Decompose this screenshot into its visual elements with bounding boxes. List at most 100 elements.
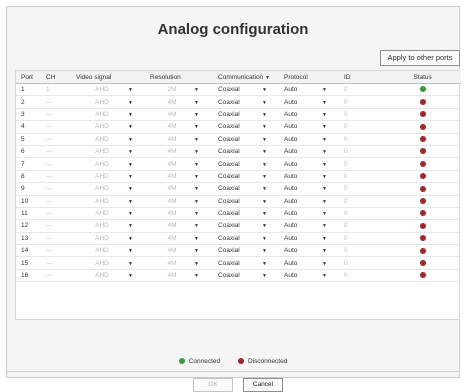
chevron-down-icon[interactable]: ▼ — [194, 273, 199, 279]
chevron-down-icon[interactable]: ▼ — [322, 211, 327, 217]
chevron-down-icon[interactable]: ▼ — [262, 137, 267, 143]
chevron-down-icon[interactable]: ▼ — [194, 100, 199, 106]
communication-select[interactable]: Coaxial — [218, 83, 263, 97]
video-signal-select[interactable]: AHD — [76, 256, 128, 270]
chevron-down-icon[interactable]: ▼ — [194, 199, 199, 205]
resolution-select[interactable]: 4M — [150, 133, 195, 146]
chevron-down-icon[interactable]: ▼ — [128, 223, 133, 229]
protocol-dropdown-icon[interactable]: ▼ — [322, 195, 345, 208]
chevron-down-icon[interactable]: ▼ — [322, 174, 327, 180]
id-input[interactable]: 0 — [344, 120, 385, 134]
resolution-dropdown-icon[interactable]: ▼ — [194, 95, 219, 109]
resolution-dropdown-icon[interactable]: ▼ — [194, 120, 219, 134]
resolution-select[interactable]: 4M — [150, 195, 195, 208]
protocol-select[interactable]: Auto — [284, 232, 323, 246]
chevron-down-icon[interactable]: ▼ — [322, 137, 327, 143]
communication-select[interactable]: Coaxial — [218, 256, 263, 270]
resolution-dropdown-icon[interactable]: ▼ — [194, 157, 219, 171]
resolution-select[interactable]: 4M — [150, 256, 195, 270]
resolution-dropdown-icon[interactable]: ▼ — [194, 256, 219, 270]
communication-select[interactable]: Coaxial — [218, 182, 263, 196]
communication-select[interactable]: Coaxial — [218, 207, 263, 221]
communication-dropdown-icon[interactable]: ▼ — [262, 170, 285, 184]
chevron-down-icon[interactable]: ▼ — [322, 223, 327, 229]
chevron-down-icon[interactable]: ▼ — [265, 75, 270, 81]
protocol-dropdown-icon[interactable]: ▼ — [322, 256, 345, 270]
resolution-dropdown-icon[interactable]: ▼ — [194, 207, 219, 221]
chevron-down-icon[interactable]: ▼ — [128, 199, 133, 205]
protocol-dropdown-icon[interactable]: ▼ — [322, 232, 345, 246]
communication-dropdown-icon[interactable]: ▼ — [262, 195, 285, 208]
id-input[interactable]: 0 — [344, 195, 385, 208]
protocol-dropdown-icon[interactable]: ▼ — [322, 244, 345, 258]
protocol-dropdown-icon[interactable]: ▼ — [322, 83, 345, 97]
chevron-down-icon[interactable]: ▼ — [194, 223, 199, 229]
resolution-select[interactable]: 4M — [150, 182, 195, 196]
communication-select[interactable]: Coaxial — [218, 157, 263, 171]
resolution-select[interactable]: 2M — [150, 83, 195, 97]
communication-dropdown-icon[interactable]: ▼ — [262, 145, 285, 159]
video-signal-dropdown-icon[interactable]: ▼ — [128, 269, 151, 283]
video-signal-select[interactable]: AHD — [76, 83, 128, 97]
resolution-dropdown-icon[interactable]: ▼ — [194, 108, 219, 122]
communication-dropdown-icon[interactable]: ▼ — [262, 133, 285, 146]
resolution-select[interactable]: 4M — [150, 269, 195, 283]
communication-dropdown-icon[interactable]: ▼ — [262, 207, 285, 221]
chevron-down-icon[interactable]: ▼ — [262, 236, 267, 242]
chevron-down-icon[interactable]: ▼ — [322, 199, 327, 205]
communication-dropdown-icon[interactable]: ▼ — [262, 108, 285, 122]
communication-dropdown-icon[interactable]: ▼ — [262, 83, 285, 97]
protocol-select[interactable]: Auto — [284, 133, 323, 146]
communication-dropdown-icon[interactable]: ▼ — [262, 232, 285, 246]
chevron-down-icon[interactable]: ▼ — [128, 112, 133, 118]
protocol-select[interactable]: Auto — [284, 170, 323, 184]
video-signal-select[interactable]: AHD — [76, 133, 128, 146]
video-signal-dropdown-icon[interactable]: ▼ — [128, 145, 151, 159]
communication-select[interactable]: Coaxial — [218, 145, 263, 159]
resolution-dropdown-icon[interactable]: ▼ — [194, 232, 219, 246]
communication-dropdown-icon[interactable]: ▼ — [262, 95, 285, 109]
communication-select[interactable]: Coaxial — [218, 120, 263, 134]
cancel-button[interactable]: Cancel — [243, 378, 283, 392]
resolution-dropdown-icon[interactable]: ▼ — [194, 219, 219, 233]
id-input[interactable]: 0 — [344, 256, 385, 270]
id-input[interactable]: 0 — [344, 207, 385, 221]
chevron-down-icon[interactable]: ▼ — [194, 211, 199, 217]
chevron-down-icon[interactable]: ▼ — [128, 211, 133, 217]
chevron-down-icon[interactable]: ▼ — [128, 261, 133, 267]
chevron-down-icon[interactable]: ▼ — [262, 211, 267, 217]
chevron-down-icon[interactable]: ▼ — [322, 273, 327, 279]
protocol-select[interactable]: Auto — [284, 145, 323, 159]
chevron-down-icon[interactable]: ▼ — [262, 273, 267, 279]
resolution-dropdown-icon[interactable]: ▼ — [194, 133, 219, 146]
protocol-select[interactable]: Auto — [284, 182, 323, 196]
video-signal-dropdown-icon[interactable]: ▼ — [128, 232, 151, 246]
chevron-down-icon[interactable]: ▼ — [322, 236, 327, 242]
chevron-down-icon[interactable]: ▼ — [322, 248, 327, 254]
communication-select[interactable]: Coaxial — [218, 195, 263, 208]
chevron-down-icon[interactable]: ▼ — [194, 137, 199, 143]
video-signal-dropdown-icon[interactable]: ▼ — [128, 133, 151, 146]
chevron-down-icon[interactable]: ▼ — [322, 162, 327, 168]
chevron-down-icon[interactable]: ▼ — [128, 273, 133, 279]
protocol-select[interactable]: Auto — [284, 157, 323, 171]
communication-dropdown-icon[interactable]: ▼ — [262, 182, 285, 196]
chevron-down-icon[interactable]: ▼ — [262, 124, 267, 130]
video-signal-dropdown-icon[interactable]: ▼ — [128, 120, 151, 134]
chevron-down-icon[interactable]: ▼ — [128, 186, 133, 192]
resolution-dropdown-icon[interactable]: ▼ — [194, 170, 219, 184]
protocol-dropdown-icon[interactable]: ▼ — [322, 133, 345, 146]
chevron-down-icon[interactable]: ▼ — [262, 149, 267, 155]
chevron-down-icon[interactable]: ▼ — [128, 87, 133, 93]
chevron-down-icon[interactable]: ▼ — [262, 199, 267, 205]
communication-select[interactable]: Coaxial — [218, 219, 263, 233]
video-signal-select[interactable]: AHD — [76, 120, 128, 134]
protocol-select[interactable]: Auto — [284, 108, 323, 122]
chevron-down-icon[interactable]: ▼ — [322, 186, 327, 192]
protocol-dropdown-icon[interactable]: ▼ — [322, 95, 345, 109]
id-input[interactable]: 0 — [344, 170, 385, 184]
resolution-dropdown-icon[interactable]: ▼ — [194, 182, 219, 196]
protocol-dropdown-icon[interactable]: ▼ — [322, 182, 345, 196]
chevron-down-icon[interactable]: ▼ — [194, 87, 199, 93]
protocol-dropdown-icon[interactable]: ▼ — [322, 269, 345, 283]
